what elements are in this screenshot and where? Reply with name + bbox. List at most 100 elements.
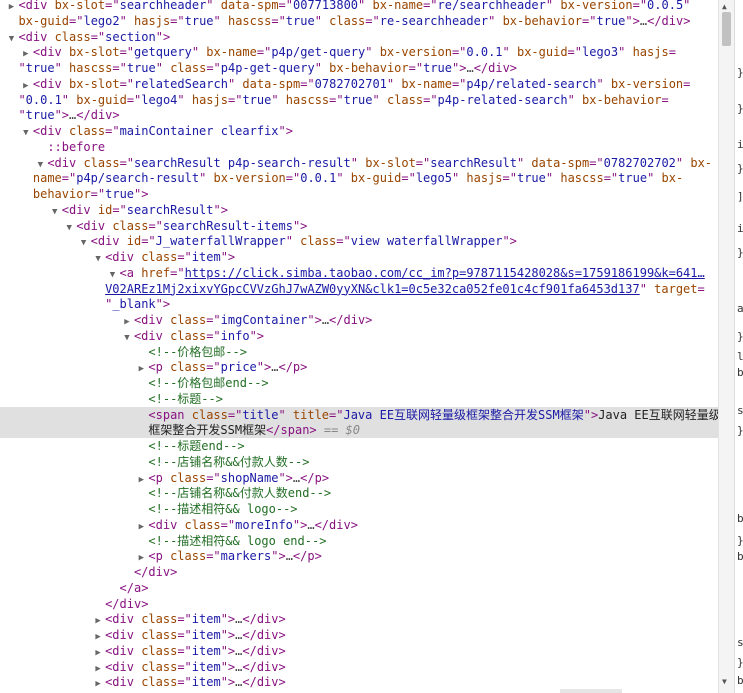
- tag-token: ": [516, 155, 532, 170]
- collapsed-ellipsis[interactable]: …: [322, 313, 329, 327]
- attribute-link[interactable]: V02AREz1Mj2xixvYGpcCVVzGhJ7wAZW0yyXN&clk…: [105, 282, 640, 296]
- tag-token: =": [632, 0, 648, 12]
- vertical-scrollbar[interactable]: ▲ ▼: [718, 0, 734, 693]
- dom-tree-line[interactable]: ▶ <div bx-slot="searchheader" data-spm="0…: [0, 0, 718, 13]
- dom-tree-line[interactable]: <!--标题end-->: [0, 438, 718, 454]
- attribute-value: price: [220, 360, 257, 375]
- tag-token: =": [177, 659, 192, 674]
- tag-token: =": [401, 171, 416, 186]
- collapsed-ellipsis[interactable]: …: [307, 518, 314, 532]
- attribute-value: item: [191, 250, 221, 264]
- tag-token: ": [488, 13, 503, 28]
- dom-tree-line[interactable]: <!--描述相符&& logo-->: [0, 501, 718, 517]
- attribute-link[interactable]: https://click.simba.taobao.com/cc_im?p=9…: [185, 266, 705, 280]
- tag-token: ": [314, 13, 330, 28]
- style-rule-fragment: b: [737, 512, 743, 525]
- attribute-value: 0.0.1: [466, 45, 503, 60]
- tag-token: </div>: [647, 13, 691, 28]
- style-rule-fragment: }: [737, 246, 743, 259]
- tag-token: =": [90, 29, 106, 44]
- dom-tree-line[interactable]: </a>: [0, 580, 718, 596]
- collapsed-ellipsis[interactable]: …: [286, 549, 293, 563]
- tag-token: <div: [105, 675, 142, 690]
- dom-tree-line[interactable]: ▶ <p class="price">…</p>: [0, 359, 718, 375]
- tag-token: =": [206, 328, 221, 343]
- dom-tree-line[interactable]: ▶ <p class="shopName">…</p>: [0, 470, 718, 486]
- tag-token: <div: [133, 328, 171, 343]
- dom-tree-line[interactable]: ▶ <div class="item">…</div>: [0, 611, 718, 627]
- dom-tree-line[interactable]: ▶ <div bx-slot="relatedSearch" data-spm="…: [0, 76, 718, 92]
- tag-token: =": [206, 549, 221, 564]
- dom-tree-line[interactable]: ▼ <div class="searchResult p4p-search-res…: [0, 155, 718, 171]
- dom-tree-line[interactable]: <!--标题-->: [0, 391, 718, 407]
- dom-tree-line[interactable]: ▼ <div class="mainContainer clearfix">: [0, 123, 718, 139]
- dom-tree-line[interactable]: ▼ <div id="searchResult">: [0, 202, 718, 218]
- dom-tree-line[interactable]: "_blank">: [0, 296, 718, 312]
- dom-tree-line[interactable]: ▼ <div class="info">: [0, 328, 718, 344]
- dom-tree-line[interactable]: <!--店铺名称&&付款人数end-->: [0, 485, 718, 501]
- style-rule-fragment: b: [737, 366, 743, 379]
- dom-tree-line[interactable]: ▶ <div class="item">…</div>: [0, 643, 718, 659]
- dom-tree-line[interactable]: ▼ <div id="J_waterfallWrapper" class="vie…: [0, 233, 718, 249]
- dom-tree-line[interactable]: V02AREz1Mj2xixvYGpcCVVzGhJ7wAZW0yyXN&clk…: [0, 281, 718, 297]
- html-comment: <!--标题-->: [148, 391, 223, 406]
- dom-tree-line[interactable]: ▼ <a href="https://click.simba.taobao.com…: [0, 265, 718, 281]
- dom-tree-line[interactable]: ::before: [0, 139, 718, 155]
- dom-tree-line[interactable]: ▼ <div class="section">: [0, 29, 718, 45]
- tag-token: =": [589, 155, 604, 170]
- dom-tree-line[interactable]: ▶ <div class="moreInfo">…</div>: [0, 517, 718, 533]
- dom-tree-line[interactable]: <!--店铺名称&&付款人数-->: [0, 454, 718, 470]
- attribute-value: info: [220, 328, 250, 343]
- tag-token: =": [423, 0, 438, 12]
- dom-tree-line[interactable]: ▶ <div class="item">…</div>: [0, 659, 718, 675]
- tag-token: =": [256, 45, 272, 60]
- attribute-name: class: [300, 234, 337, 249]
- collapsed-ellipsis[interactable]: …: [640, 14, 647, 28]
- attribute-name: title: [292, 407, 330, 422]
- dom-tree-line[interactable]: <!--价格包邮-->: [0, 344, 718, 360]
- dom-tree-line[interactable]: "0.0.1" bx-guid="lego4" hasjs="true" has…: [0, 92, 718, 108]
- tag-token: </a>: [119, 580, 149, 595]
- dom-tree-line[interactable]: "true" hascss="true" class="p4p-get-quer…: [0, 60, 718, 76]
- dom-tree-line[interactable]: <!--描述相符&& logo end-->: [0, 533, 718, 549]
- tag-token: <div: [148, 517, 185, 532]
- tag-token: ": [18, 61, 26, 75]
- dom-tree-line[interactable]: ▼ <div class="item">: [0, 249, 718, 265]
- attribute-name: name: [32, 171, 62, 186]
- attribute-name: bx-slot: [69, 76, 120, 91]
- dom-tree-line[interactable]: ▶ <p class="markers">…</p>: [0, 548, 718, 564]
- collapsed-ellipsis[interactable]: …: [466, 61, 473, 75]
- tag-token: ">: [220, 659, 236, 674]
- dom-tree-line[interactable]: </div>: [0, 564, 718, 580]
- tag-token: =": [582, 13, 597, 28]
- dom-tree-line[interactable]: ▼ <div class="searchResult-items">: [0, 218, 718, 234]
- dom-tree-line[interactable]: ▶ <div bx-slot="getquery" bx-name="p4p/ge…: [0, 44, 718, 60]
- scroll-up-arrow-icon[interactable]: ▲: [722, 2, 727, 11]
- console-ref-hint: == $0: [316, 423, 361, 438]
- attribute-name: id: [126, 234, 142, 249]
- scroll-down-arrow-icon[interactable]: ▼: [722, 677, 727, 686]
- dom-tree-line[interactable]: behavior="true">: [0, 186, 718, 202]
- tag-token: =": [567, 45, 582, 60]
- selected-dom-node-line[interactable]: 框架整合开发SSM框架</span> == $0: [0, 422, 718, 439]
- dom-tree-line[interactable]: name="p4p/search-result" bx-version="0.0…: [0, 170, 718, 186]
- html-comment: <!--店铺名称&&付款人数end-->: [148, 486, 332, 501]
- selected-dom-node-line[interactable]: <span class="title" title="Java EE互联网轻量级…: [0, 406, 718, 423]
- tag-token: ": [365, 45, 380, 60]
- dom-tree-line[interactable]: ▶ <div class="item">…</div>: [0, 627, 718, 643]
- tag-token: <div: [105, 250, 142, 264]
- attribute-name: bx-slot: [69, 45, 120, 60]
- expand-triangle-icon[interactable]: ▶: [93, 676, 103, 692]
- dom-tree-line[interactable]: "true">…</div>: [0, 107, 718, 123]
- html-comment: <!--标题end-->: [148, 439, 245, 453]
- dom-tree-line[interactable]: ▶ <div class="imgContainer">…</div>: [0, 312, 718, 328]
- tag-token: ": [54, 61, 70, 75]
- scrollbar-thumb[interactable]: [722, 12, 731, 46]
- dom-tree-line[interactable]: ▶ <div class="item">…</div>: [0, 674, 718, 690]
- dom-tree-line[interactable]: <!--价格包邮end-->: [0, 375, 718, 391]
- horizontal-scrollbar-thumb[interactable]: [560, 689, 622, 693]
- dom-tree-line[interactable]: bx-guid="lego2" hasjs="true" hascss="tru…: [0, 13, 718, 29]
- attribute-name: class: [141, 675, 178, 690]
- tag-token: ": [155, 61, 171, 75]
- dom-tree-line[interactable]: </div>: [0, 596, 718, 612]
